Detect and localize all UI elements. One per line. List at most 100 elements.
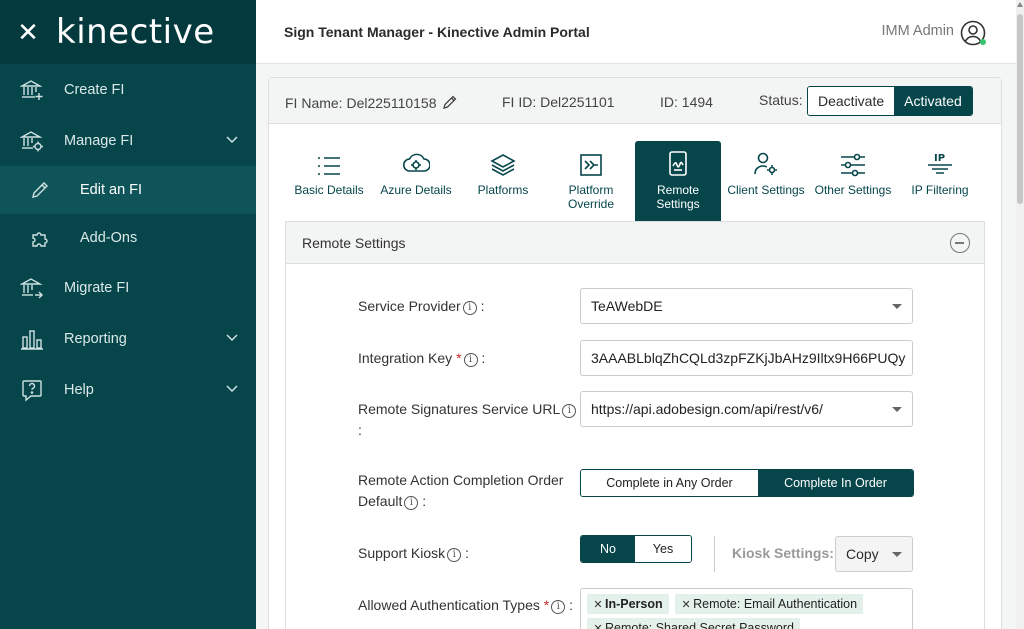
- sidebar-item-label: Reporting: [64, 330, 127, 347]
- label-text: Service Provider: [358, 298, 461, 314]
- service-provider-label: Service Provider i :: [358, 298, 485, 315]
- bank-arrow-icon: [0, 276, 64, 300]
- bank-plus-icon: [0, 78, 64, 102]
- collapse-minus-icon[interactable]: [950, 233, 970, 253]
- tab-basic-details[interactable]: Basic Details: [286, 141, 372, 221]
- sidebar-item-label: Create FI: [64, 81, 125, 98]
- fi-info-bar: FI Name: Del225110158 FI ID: Del2251101 …: [269, 78, 1001, 124]
- sidebar-item-label: Migrate FI: [64, 279, 130, 296]
- chip-label: In-Person: [605, 597, 663, 611]
- panel-title: Remote Settings: [302, 235, 406, 251]
- remove-chip-icon[interactable]: ✕: [591, 595, 605, 615]
- remove-chip-icon[interactable]: ✕: [591, 619, 605, 629]
- help-bubble-icon: [0, 378, 64, 402]
- sidebar-item-help[interactable]: Help: [0, 364, 256, 415]
- user-name[interactable]: IMM Admin: [881, 23, 954, 39]
- label-text: Remote Action Completion Order Default: [358, 472, 564, 509]
- label-text: Integration Key: [358, 350, 453, 366]
- required-asterisk: *: [543, 597, 550, 613]
- sidebar-item-label: Edit an FI: [80, 182, 143, 198]
- service-provider-select[interactable]: TeAWebDE: [580, 288, 913, 324]
- dropdown-caret-icon: [892, 407, 902, 412]
- divider: [714, 536, 715, 572]
- tab-label: Platform Override: [567, 183, 614, 211]
- label-text: Support Kiosk: [358, 545, 446, 561]
- chevron-down-icon: [226, 333, 238, 342]
- top-bar: Sign Tenant Manager - Kinective Admin Po…: [256, 0, 1016, 64]
- status-label: Status:: [759, 92, 803, 108]
- close-menu-icon[interactable]: ✕: [0, 17, 56, 48]
- info-icon[interactable]: i: [551, 600, 566, 614]
- sidebar-item-edit-fi[interactable]: Edit an FI: [0, 166, 256, 214]
- support-kiosk-toggle: No Yes: [580, 535, 692, 563]
- sidebar-item-migrate-fi[interactable]: Migrate FI: [0, 262, 256, 313]
- label-text: Allowed Authentication Types: [358, 597, 540, 613]
- deactivate-button[interactable]: Deactivate: [808, 87, 895, 115]
- online-status-dot: [980, 39, 986, 45]
- info-icon[interactable]: i: [562, 404, 577, 418]
- tab-remote-settings[interactable]: Remote Settings: [635, 141, 721, 221]
- tab-label: Other Settings: [814, 183, 892, 197]
- fi-id: FI ID: Del2251101: [502, 94, 615, 110]
- complete-in-order-button[interactable]: Complete In Order: [758, 470, 913, 496]
- chip-label: Remote: Shared Secret Password: [605, 621, 794, 629]
- auth-chip: ✕ Remote: Shared Secret Password: [587, 618, 800, 629]
- remote-url-label: Remote Signatures Service URL i :: [358, 399, 578, 441]
- tab-platform-override[interactable]: Platform Override: [548, 141, 634, 221]
- info-icon[interactable]: i: [447, 548, 462, 562]
- kiosk-no-button[interactable]: No: [581, 536, 635, 562]
- override-icon: [548, 141, 634, 181]
- svg-text:IP: IP: [934, 153, 945, 164]
- integration-key-label: Integration Key * i :: [358, 350, 486, 367]
- signature-phone-icon: [635, 141, 721, 181]
- auth-types-multiselect[interactable]: ✕ In-Person ✕ Remote: Email Authentication…: [580, 588, 913, 629]
- puzzle-icon: [0, 228, 80, 248]
- info-icon[interactable]: i: [404, 496, 419, 510]
- cloud-icon: [373, 141, 459, 181]
- pencil-icon: [0, 180, 80, 200]
- panel-header: Remote Settings: [286, 222, 984, 264]
- chip-label: Remote: Email Authentication: [693, 597, 858, 611]
- page-scrollbar[interactable]: [1016, 0, 1024, 629]
- tab-label: Basic Details: [294, 183, 364, 197]
- integration-key-input[interactable]: 3AAABLblqZhCQLd3zpFZKjJbAHz9Iltx9H66PUQy: [580, 340, 913, 376]
- tab-azure-details[interactable]: Azure Details: [373, 141, 459, 221]
- edit-pencil-icon[interactable]: [442, 94, 458, 110]
- remove-chip-icon[interactable]: ✕: [679, 595, 693, 615]
- list-icon: [286, 141, 372, 181]
- support-kiosk-label: Support Kiosk i :: [358, 545, 469, 562]
- user-avatar-icon[interactable]: [960, 20, 986, 51]
- user-gear-icon: [723, 141, 809, 181]
- scroll-thumb[interactable]: [1017, 14, 1023, 204]
- tab-label: Remote Settings: [656, 183, 700, 211]
- tab-client-settings[interactable]: Client Settings: [723, 141, 809, 221]
- fi-numeric-id: ID: 1494: [660, 94, 713, 110]
- fi-name: FI Name: Del225110158: [285, 94, 458, 111]
- sidebar-item-add-ons[interactable]: Add-Ons: [0, 214, 256, 262]
- remote-url-select[interactable]: https://api.adobesign.com/api/rest/v6/: [580, 391, 913, 427]
- chevron-down-icon: [226, 135, 238, 144]
- sidebar-item-manage-fi[interactable]: Manage FI: [0, 115, 256, 166]
- chevron-down-icon: [226, 384, 238, 393]
- required-asterisk: *: [456, 350, 462, 366]
- tab-other-settings[interactable]: Other Settings: [810, 141, 896, 221]
- kinective-logo: kinective: [56, 12, 215, 52]
- bar-chart-icon: [0, 327, 64, 351]
- complete-any-order-button[interactable]: Complete in Any Order: [581, 470, 758, 496]
- sidebar-item-create-fi[interactable]: Create FI: [0, 64, 256, 115]
- edit-fi-card: FI Name: Del225110158 FI ID: Del2251101 …: [268, 77, 1002, 629]
- scroll-up-arrow[interactable]: [1017, 2, 1023, 7]
- sidebar: ✕ kinective Create FI Manage FI Edit an …: [0, 0, 256, 629]
- info-icon[interactable]: i: [463, 353, 478, 367]
- sliders-icon: [810, 141, 896, 181]
- kiosk-settings-select[interactable]: Copy: [835, 536, 913, 572]
- activated-button[interactable]: Activated: [894, 87, 972, 115]
- info-icon[interactable]: i: [462, 301, 477, 315]
- sidebar-item-reporting[interactable]: Reporting: [0, 313, 256, 364]
- tab-platforms[interactable]: Platforms: [460, 141, 546, 221]
- dropdown-caret-icon: [892, 552, 902, 557]
- kiosk-yes-button[interactable]: Yes: [635, 536, 691, 562]
- ip-filter-icon: IP: [897, 141, 983, 181]
- kiosk-settings-label: Kiosk Settings:: [732, 545, 834, 561]
- tab-ip-filtering[interactable]: IP IP Filtering: [897, 141, 983, 221]
